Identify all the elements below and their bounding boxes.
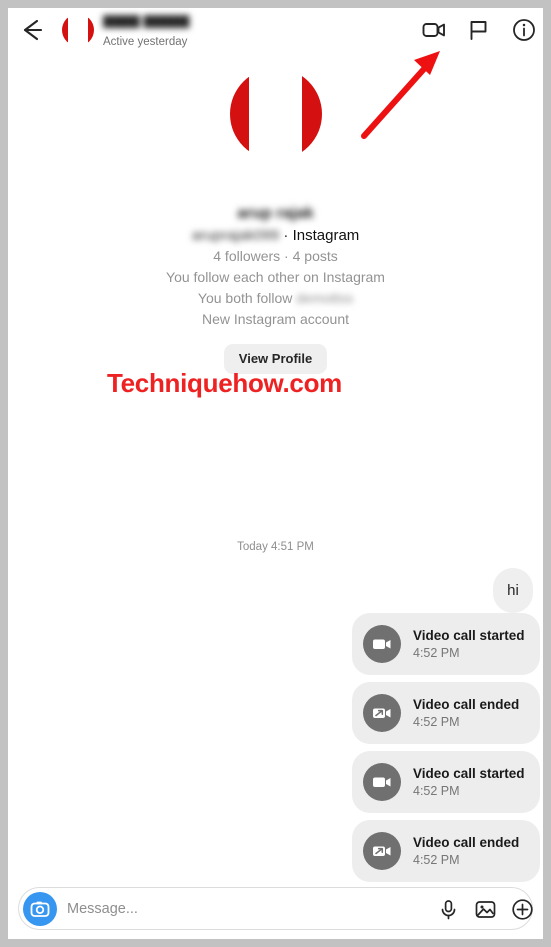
message-input[interactable] [67,889,367,928]
call-event-text: Video call ended 4:52 PM [413,696,519,730]
plus-icon[interactable] [511,898,534,921]
call-event-time: 4:52 PM [413,784,460,798]
chat-header: ████ █████ Active yesterday [8,8,543,51]
call-event-time: 4:52 PM [413,715,460,729]
profile-avatar[interactable] [229,64,322,164]
both-follow-prefix: You both follow [197,290,297,306]
call-event-time: 4:52 PM [413,646,460,660]
profile-account-note: New Instagram account [201,311,350,327]
avatar-censor-mask [248,64,303,164]
profile-both-follow: You both follow demottss [8,289,543,308]
profile-separator: · [279,227,293,244]
video-call-started-icon [363,763,401,801]
call-event-text: Video call ended 4:52 PM [413,834,519,868]
video-call-started-icon [363,625,401,663]
header-active-status: Active yesterday [103,36,188,48]
message-composer [18,887,533,930]
call-event-title: Video call started [413,766,525,781]
profile-username-line: aruprajak099 · Instagram [8,226,543,245]
header-contact-name: ████ █████ [103,15,190,28]
profile-mutual-follow: You follow each other on Instagram [166,269,385,285]
info-icon[interactable] [511,17,537,43]
video-call-icon[interactable] [421,17,447,43]
watermark-text: Techniquehow.com [107,368,342,398]
call-event-row[interactable]: Video call ended 4:52 PM [352,682,540,744]
call-event-row[interactable]: Video call started 4:52 PM [352,751,540,813]
day-timestamp: Today 4:51 PM [237,541,314,553]
header-avatar[interactable] [62,12,94,48]
call-event-title: Video call ended [413,835,520,850]
instagram-dm-screen: ████ █████ Active yesterday arup rajak a… [8,8,543,939]
avatar-censor-mask [68,12,88,48]
call-event-title: Video call started [413,628,525,643]
back-arrow-icon[interactable] [17,16,47,44]
profile-platform: Instagram [292,227,360,244]
profile-display-name: arup rajak [237,205,314,222]
call-event-row[interactable]: Video call ended 4:52 PM [352,820,540,882]
image-icon[interactable] [474,898,497,921]
flag-icon[interactable] [466,17,492,43]
call-event-text: Video call started 4:52 PM [413,765,525,799]
video-call-ended-icon [363,832,401,870]
call-event-row[interactable]: Video call started 4:52 PM [352,613,540,675]
microphone-icon[interactable] [437,898,460,921]
video-call-ended-icon [363,694,401,732]
call-event-title: Video call ended [413,697,520,712]
call-event-text: Video call started 4:52 PM [413,627,525,661]
both-follow-name: demottss [296,290,354,306]
message-bubble-outgoing[interactable]: hi [493,568,533,613]
call-event-time: 4:52 PM [413,853,460,867]
camera-icon[interactable] [23,892,57,926]
profile-summary: arup rajak aruprajak099 · Instagram 4 fo… [8,64,543,374]
profile-username: aruprajak099 [191,227,280,244]
profile-stats: 4 followers · 4 posts [213,248,338,264]
